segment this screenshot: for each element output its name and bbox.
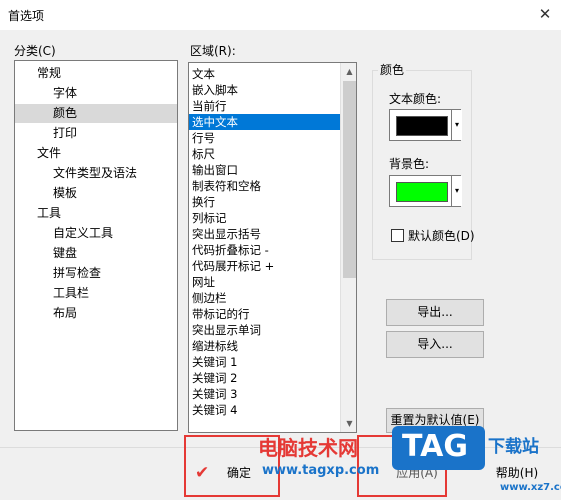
ok-button[interactable]: 确定 <box>216 461 262 487</box>
tree-item-templates[interactable]: 模板 <box>15 184 177 203</box>
list-item[interactable]: 突出显示括号 <box>189 226 340 242</box>
tree-item-font[interactable]: 字体 <box>15 84 177 103</box>
tree-item-colors[interactable]: 颜色 <box>15 104 177 123</box>
list-item[interactable]: 换行 <box>189 194 340 210</box>
category-tree[interactable]: 常规 字体 颜色 打印 文件 文件类型及语法 模板 工具 自定义工具 键盘 拼写… <box>14 60 178 431</box>
tree-item-file-types[interactable]: 文件类型及语法 <box>15 164 177 183</box>
watermark-url: www.tagxp.com <box>262 463 380 478</box>
window-title: 首选项 <box>8 9 45 23</box>
checkmark-icon: ✔ <box>195 463 210 483</box>
list-item[interactable]: 突出显示单词 <box>189 322 340 338</box>
watermark-site-name: 电脑技术网 <box>258 436 358 460</box>
text-color-label: 文本颜色: <box>389 92 442 106</box>
list-item[interactable]: 行号 <box>189 130 340 146</box>
region-scrollbar[interactable]: ▲ ▼ <box>340 63 356 432</box>
default-color-checkbox[interactable] <box>391 229 404 242</box>
scroll-up-icon[interactable]: ▲ <box>341 63 356 80</box>
scroll-thumb[interactable] <box>343 81 356 278</box>
list-item[interactable]: 制表符和空格 <box>189 178 340 194</box>
colors-group-label: 颜色 <box>378 61 407 78</box>
tree-item-spellcheck[interactable]: 拼写检查 <box>15 264 177 283</box>
list-item[interactable]: 关键词 2 <box>189 370 340 386</box>
tag-logo-sub: 下载站 <box>488 437 539 457</box>
tree-item-general[interactable]: 常规 <box>15 64 177 83</box>
text-color-swatch <box>396 116 448 136</box>
list-item[interactable]: 文本 <box>189 66 340 82</box>
tree-item-toolbar[interactable]: 工具栏 <box>15 284 177 303</box>
list-item[interactable]: 列标记 <box>189 210 340 226</box>
bg-color-picker[interactable]: ▾ <box>389 175 462 207</box>
tree-item-file[interactable]: 文件 <box>15 144 177 163</box>
bg-color-swatch <box>396 182 448 202</box>
tree-item-keyboard[interactable]: 键盘 <box>15 244 177 263</box>
default-color-label: 默认颜色(D) <box>408 229 475 243</box>
list-item[interactable]: 输出窗口 <box>189 162 340 178</box>
text-color-picker[interactable]: ▾ <box>389 109 462 141</box>
chevron-down-icon[interactable]: ▾ <box>451 176 462 206</box>
tag-logo: TAG <box>392 426 485 470</box>
tree-item-tools[interactable]: 工具 <box>15 204 177 223</box>
region-label: 区域(R): <box>190 44 236 58</box>
list-item[interactable]: 侧边栏 <box>189 290 340 306</box>
list-item[interactable]: 缩进标线 <box>189 338 340 354</box>
list-item[interactable]: 关键词 4 <box>189 402 340 418</box>
list-item[interactable]: 带标记的行 <box>189 306 340 322</box>
list-item[interactable]: 代码展开标记 + <box>189 258 340 274</box>
list-item[interactable]: 代码折叠标记 - <box>189 242 340 258</box>
scroll-down-icon[interactable]: ▼ <box>341 415 356 432</box>
tag-logo-url: www.xz7.com <box>500 482 561 493</box>
list-item[interactable]: 当前行 <box>189 98 340 114</box>
chevron-down-icon[interactable]: ▾ <box>451 110 462 140</box>
list-item[interactable]: 关键词 3 <box>189 386 340 402</box>
tag-logo-text: TAG <box>402 429 468 464</box>
title-bar: 首选项 ✕ <box>0 0 561 30</box>
category-label: 分类(C) <box>14 44 56 58</box>
list-item-selected[interactable]: 选中文本 <box>189 114 340 130</box>
list-item[interactable]: 网址 <box>189 274 340 290</box>
region-list-items: 文本 嵌入脚本 当前行 选中文本 行号 标尺 输出窗口 制表符和空格 换行 列标… <box>189 66 340 418</box>
tree-item-custom-tools[interactable]: 自定义工具 <box>15 224 177 243</box>
list-item[interactable]: 嵌入脚本 <box>189 82 340 98</box>
tree-item-layout[interactable]: 布局 <box>15 304 177 323</box>
tree-item-print[interactable]: 打印 <box>15 124 177 143</box>
import-button[interactable]: 导入... <box>386 331 484 358</box>
region-list[interactable]: 文本 嵌入脚本 当前行 选中文本 行号 标尺 输出窗口 制表符和空格 换行 列标… <box>188 62 357 433</box>
close-icon[interactable]: ✕ <box>535 4 555 24</box>
list-item[interactable]: 关键词 1 <box>189 354 340 370</box>
export-button[interactable]: 导出... <box>386 299 484 326</box>
bg-color-label: 背景色: <box>389 157 430 171</box>
list-item[interactable]: 标尺 <box>189 146 340 162</box>
